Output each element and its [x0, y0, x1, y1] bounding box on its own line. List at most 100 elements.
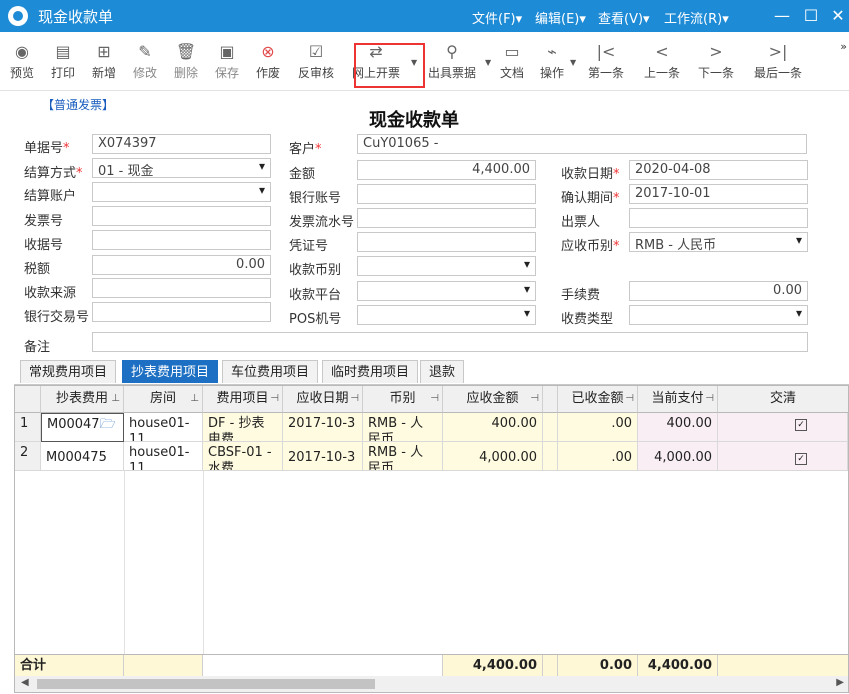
last-record-button[interactable]: >| 最后一条: [754, 42, 802, 81]
scroll-right-icon[interactable]: ▶: [836, 677, 844, 688]
folder-icon[interactable]: 🗁: [100, 417, 116, 432]
pin-icon[interactable]: ⊥: [111, 386, 120, 412]
pin-icon[interactable]: ⊣: [430, 386, 439, 412]
pos-select[interactable]: [357, 305, 536, 325]
pin-icon[interactable]: ⊣: [705, 386, 714, 412]
platform-select[interactable]: [357, 281, 536, 301]
bank-trx-field[interactable]: [92, 302, 271, 322]
form-heading: 现金收款单: [369, 110, 459, 131]
app-logo-icon: [8, 6, 28, 26]
operation-dropdown-icon[interactable]: ▼: [570, 58, 576, 67]
confirm-period-label: 确认期间*: [561, 191, 620, 206]
totals-row: 合计 4,400.00 0.00 4,400.00: [15, 654, 848, 677]
fee-field[interactable]: 0.00: [629, 281, 808, 301]
col-divider: [124, 471, 125, 654]
scrollbar-thumb[interactable]: [37, 679, 375, 689]
table-cell-currency[interactable]: RMB - 人 民币: [363, 442, 443, 471]
operation-button[interactable]: ⌁ 操作: [528, 42, 576, 81]
row-index[interactable]: 1: [15, 413, 41, 442]
table-cell-received[interactable]: .00: [558, 442, 638, 471]
remark-field[interactable]: [92, 332, 808, 352]
col-header-due-date[interactable]: 应收日期 ⊣: [283, 386, 363, 413]
tab-parking-fees[interactable]: 车位费用项目: [222, 360, 319, 383]
col-header-narrow[interactable]: [543, 386, 558, 413]
void-button[interactable]: ⊗ 作废: [244, 42, 292, 81]
invoice-type-label[interactable]: 【普通发票】: [42, 96, 114, 113]
minimize-button[interactable]: —: [770, 4, 794, 28]
tab-temp-fees[interactable]: 临时费用项目: [322, 360, 419, 383]
total-current: 4,400.00: [638, 655, 718, 677]
col-header-meter[interactable]: 抄表费用 ⊥: [41, 386, 124, 413]
pin-icon[interactable]: ⊣: [530, 386, 539, 412]
pin-icon[interactable]: ⊣: [625, 386, 634, 412]
bank-account-field[interactable]: [357, 184, 536, 204]
issue-receipt-button[interactable]: ⚲ 出具票据: [428, 42, 476, 81]
menu-view[interactable]: 查看(V)▾: [598, 8, 650, 27]
source-field[interactable]: [92, 278, 271, 298]
receipt-currency-select[interactable]: [357, 256, 536, 276]
menu-edit[interactable]: 编辑(E)▾: [535, 8, 586, 27]
confirm-period-field[interactable]: 2017-10-01: [629, 184, 808, 204]
col-header-currency[interactable]: 币别 ⊣: [363, 386, 443, 413]
drawer-field[interactable]: [629, 208, 808, 228]
col-header-received[interactable]: 已收金额 ⊣: [558, 386, 638, 413]
next-record-button[interactable]: > 下一条: [692, 42, 740, 81]
table-cell-fee-item[interactable]: DF - 抄表 电费: [203, 413, 283, 442]
invoice-serial-field[interactable]: [357, 208, 536, 228]
menu-workflow[interactable]: 工作流(R)▾: [664, 8, 729, 27]
tab-regular-fees[interactable]: 常规费用项目: [20, 360, 117, 383]
table-cell-current[interactable]: 400.00: [638, 413, 718, 442]
table-cell-currency[interactable]: RMB - 人 民币: [363, 413, 443, 442]
receipt-date-field[interactable]: 2020-04-08: [629, 160, 808, 180]
voucher-no-field[interactable]: [357, 232, 536, 252]
table-cell-room[interactable]: house01- 11: [124, 442, 203, 471]
table-cell-meter[interactable]: M000475: [41, 442, 124, 471]
col-header-current[interactable]: 当前支付 ⊣: [638, 386, 718, 413]
invoice-no-field[interactable]: [92, 206, 271, 226]
col-header-settled[interactable]: 交清: [718, 386, 848, 413]
pin-icon[interactable]: ⊣: [350, 386, 359, 412]
amount-field[interactable]: 4,400.00: [357, 160, 536, 180]
title-bar: 现金收款单 文件(F)▾ 编辑(E)▾ 查看(V)▾ 工作流(R)▾ — ☐ ✕: [0, 0, 849, 32]
settled-checkbox[interactable]: ✓: [795, 453, 807, 465]
settled-checkbox[interactable]: ✓: [795, 419, 807, 431]
unaudit-button[interactable]: ☑ 反审核: [292, 42, 340, 81]
settle-account-select[interactable]: [92, 182, 271, 202]
pin-icon[interactable]: ⊣: [270, 386, 279, 412]
table-cell-due-date[interactable]: 2017-10-3: [283, 442, 363, 471]
total-received: 0.00: [558, 655, 638, 677]
tab-refund[interactable]: 退款: [420, 360, 465, 383]
total-blank: [203, 655, 443, 677]
close-button[interactable]: ✕: [826, 4, 849, 28]
prev-record-button[interactable]: < 上一条: [638, 42, 686, 81]
table-cell-settled[interactable]: ✓: [718, 442, 848, 471]
doc-no-field[interactable]: X074397: [92, 134, 271, 154]
col-header-fee-item[interactable]: 费用项目 ⊣: [203, 386, 283, 413]
menu-file[interactable]: 文件(F)▾: [472, 8, 522, 27]
table-cell-received[interactable]: .00: [558, 413, 638, 442]
receipt-no-field[interactable]: [92, 230, 271, 250]
first-record-button[interactable]: |< 第一条: [582, 42, 630, 81]
horizontal-scrollbar[interactable]: ◀ ▶: [15, 676, 848, 692]
settle-method-select[interactable]: 01 - 现金: [92, 158, 271, 178]
table-cell-fee-item[interactable]: CBSF-01 - 水费: [203, 442, 283, 471]
table-cell-meter[interactable]: M00047🗁: [41, 413, 124, 442]
tab-meter-fees[interactable]: 抄表费用项目: [122, 360, 219, 383]
tax-field[interactable]: 0.00: [92, 255, 271, 275]
table-cell-current[interactable]: 4,000.00: [638, 442, 718, 471]
table-cell-settled[interactable]: ✓: [718, 413, 848, 442]
charge-type-select[interactable]: [629, 305, 808, 325]
table-cell-room[interactable]: house01- 11: [124, 413, 203, 442]
table-cell-due-date[interactable]: 2017-10-3: [283, 413, 363, 442]
ar-currency-select[interactable]: RMB - 人民币: [629, 232, 808, 252]
table-cell-receivable[interactable]: 4,000.00: [443, 442, 543, 471]
scroll-left-icon[interactable]: ◀: [21, 677, 29, 688]
maximize-button[interactable]: ☐: [799, 4, 823, 28]
pin-icon[interactable]: ⊥: [190, 386, 199, 412]
col-header-room[interactable]: 房间 ⊥: [124, 386, 203, 413]
table-cell-receivable[interactable]: 400.00: [443, 413, 543, 442]
toolbar-overflow-icon[interactable]: »: [840, 40, 847, 53]
col-header-receivable[interactable]: 应收金额 ⊣: [443, 386, 543, 413]
row-index[interactable]: 2: [15, 442, 41, 471]
customer-field[interactable]: CuY01065 -: [357, 134, 807, 154]
